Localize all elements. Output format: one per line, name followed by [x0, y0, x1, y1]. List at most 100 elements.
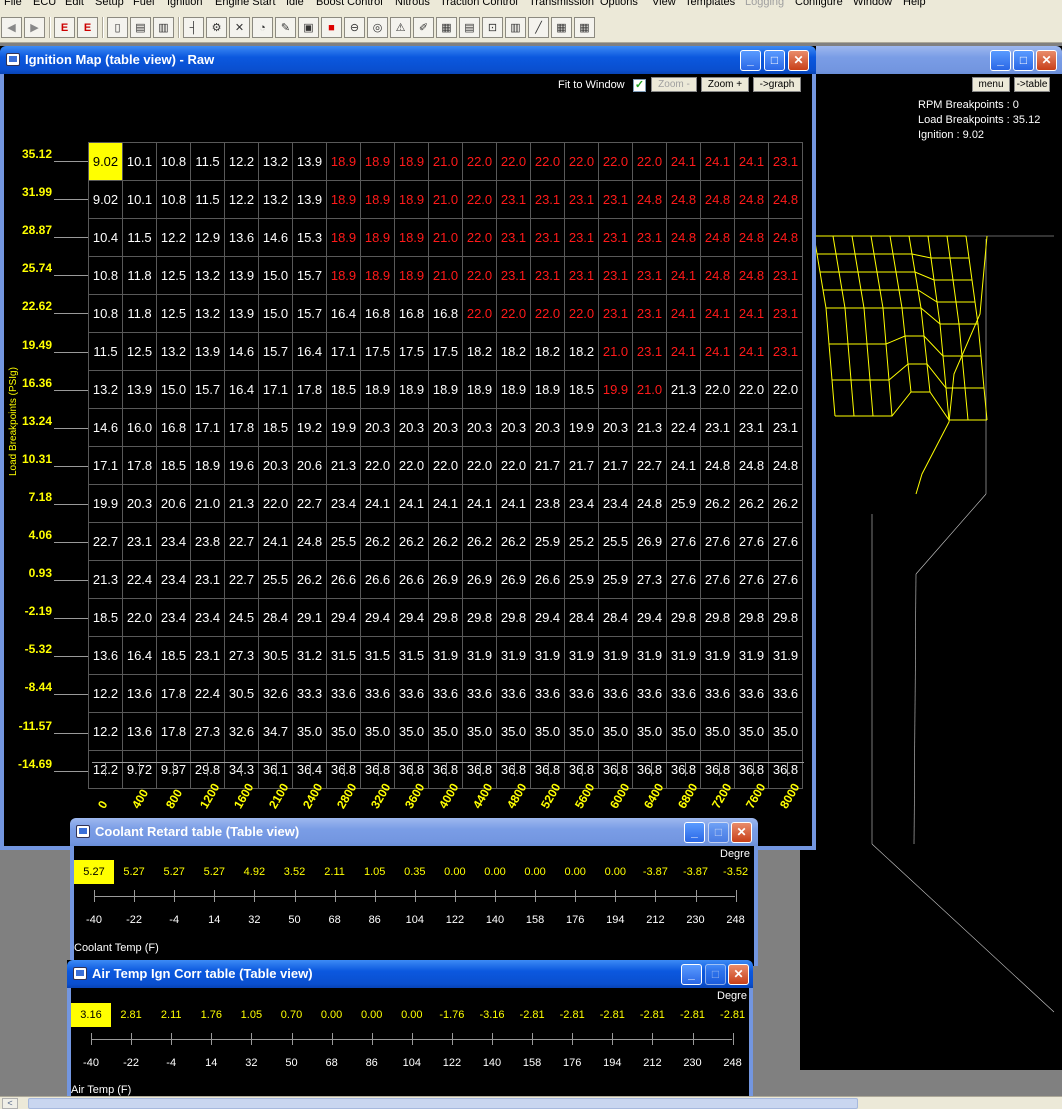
table-cell[interactable]: 13.2 [190, 294, 225, 333]
table-cell[interactable]: 9.02 [88, 180, 123, 219]
close-button[interactable]: ✕ [788, 50, 809, 71]
menu-help[interactable]: Help [903, 0, 926, 8]
table-cell[interactable]: 33.6 [632, 674, 667, 713]
table-cell[interactable]: 22.0 [462, 142, 497, 181]
table-cell[interactable]: 22.0 [462, 256, 497, 295]
table-cell[interactable]: 24.8 [768, 446, 803, 485]
table-cell[interactable]: 24.1 [700, 142, 735, 181]
fit-to-window-checkbox[interactable]: ✓ [633, 79, 646, 92]
table-cell[interactable]: 32.6 [224, 712, 259, 751]
table-cell[interactable]: 23.1 [632, 294, 667, 333]
table-cell[interactable]: 31.9 [734, 636, 769, 675]
table-cell[interactable]: 28.4 [598, 598, 633, 637]
airtemp-value-cell[interactable]: 0.00 [352, 1003, 392, 1027]
table-cell[interactable]: 24.1 [734, 142, 769, 181]
menu-templates[interactable]: Templates [685, 0, 735, 8]
table-cell[interactable]: 16.4 [122, 636, 157, 675]
table-cell[interactable]: 12.2 [88, 674, 123, 713]
ecu-read-icon[interactable]: E [54, 17, 75, 38]
table-cell[interactable]: 24.1 [360, 484, 395, 523]
table-cell[interactable]: 24.8 [734, 180, 769, 219]
table-cell[interactable]: 35.0 [462, 712, 497, 751]
ignition-window-titlebar[interactable]: Ignition Map (table view) - Raw _ □ ✕ [0, 46, 816, 74]
table-cell[interactable]: 15.0 [258, 256, 293, 295]
airtemp-value-cell[interactable]: -1.76 [432, 1003, 472, 1027]
airtemp-value-cell[interactable]: -3.16 [472, 1003, 512, 1027]
table-cell[interactable]: 31.2 [292, 636, 327, 675]
table-cell[interactable]: 18.9 [394, 370, 429, 409]
coolant-window-titlebar[interactable]: Coolant Retard table (Table view) _ □ ✕ [70, 818, 758, 846]
table-cell[interactable]: 22.0 [700, 370, 735, 409]
table-cell[interactable]: 13.2 [190, 256, 225, 295]
coolant-value-cell[interactable]: -3.52 [716, 860, 756, 884]
table-cell[interactable]: 17.1 [88, 446, 123, 485]
engine-icon[interactable]: ⚙ [206, 17, 227, 38]
table-cell[interactable]: 23.1 [768, 142, 803, 181]
table-cell[interactable]: 27.6 [768, 522, 803, 561]
stop-icon[interactable]: ■ [321, 17, 342, 38]
table-cell[interactable]: 10.8 [156, 142, 191, 181]
table-cell[interactable]: 11.8 [122, 256, 157, 295]
table-cell[interactable]: 27.6 [700, 522, 735, 561]
table-cell[interactable]: 15.7 [292, 256, 327, 295]
table-cell[interactable]: 13.6 [122, 712, 157, 751]
menu-view[interactable]: View [652, 0, 676, 8]
table-cell[interactable]: 35.0 [564, 712, 599, 751]
airtemp-value-cell[interactable]: -2.81 [592, 1003, 632, 1027]
airtemp-value-cell[interactable]: -2.81 [552, 1003, 592, 1027]
table-cell[interactable]: 16.4 [292, 332, 327, 371]
datalog-icon[interactable]: ▦ [551, 17, 572, 38]
airtemp-value-cell[interactable]: 2.11 [151, 1003, 191, 1027]
table-cell[interactable]: 10.8 [156, 180, 191, 219]
table-cell[interactable]: 10.8 [88, 256, 123, 295]
table-cell[interactable]: 13.6 [122, 674, 157, 713]
table-cell[interactable]: 30.5 [224, 674, 259, 713]
table-cell[interactable]: 26.9 [496, 560, 531, 599]
table-cell[interactable]: 15.3 [292, 218, 327, 257]
airtemp-value-cell[interactable]: 0.00 [392, 1003, 432, 1027]
menu-setup[interactable]: Setup [95, 0, 124, 8]
table-cell[interactable]: 18.5 [88, 598, 123, 637]
new-file-icon[interactable]: ▯ [107, 17, 128, 38]
lock-icon[interactable]: ▣ [298, 17, 319, 38]
table-cell[interactable]: 31.5 [326, 636, 361, 675]
forward-arrow-icon[interactable]: ▶ [24, 17, 45, 38]
menu-traction-control[interactable]: Traction Control [440, 0, 518, 8]
menu-ecu[interactable]: ECU [33, 0, 56, 8]
table-cell[interactable]: 13.2 [258, 142, 293, 181]
table-cell[interactable]: 23.4 [190, 598, 225, 637]
table-cell[interactable]: 33.6 [768, 674, 803, 713]
table-cell[interactable]: 25.9 [564, 560, 599, 599]
table-cell[interactable]: 33.6 [496, 674, 531, 713]
table-cell[interactable]: 16.0 [122, 408, 157, 447]
table-cell[interactable]: 23.1 [190, 636, 225, 675]
table-cell[interactable]: 18.9 [360, 370, 395, 409]
table-cell[interactable]: 23.1 [564, 218, 599, 257]
table-cell[interactable]: 26.2 [292, 560, 327, 599]
table-cell[interactable]: 23.1 [700, 408, 735, 447]
airtemp-value-cell[interactable]: 1.76 [191, 1003, 231, 1027]
minimize-button[interactable]: _ [990, 50, 1011, 71]
table-cell[interactable]: 25.2 [564, 522, 599, 561]
table-cell[interactable]: 24.1 [666, 332, 701, 371]
table-cell[interactable]: 26.2 [394, 522, 429, 561]
airtemp-value-cell[interactable]: -2.81 [512, 1003, 552, 1027]
table-cell[interactable]: 24.8 [666, 180, 701, 219]
table-cell[interactable]: 22.4 [666, 408, 701, 447]
table-cell[interactable]: 14.6 [258, 218, 293, 257]
table-cell[interactable]: 24.1 [428, 484, 463, 523]
table-cell[interactable]: 22.0 [428, 446, 463, 485]
table-cell[interactable]: 11.5 [122, 218, 157, 257]
coolant-value-cell[interactable]: 5.27 [194, 860, 234, 884]
to-graph-button[interactable]: ->graph [753, 77, 801, 92]
table-cell[interactable]: 22.4 [190, 674, 225, 713]
table-cell[interactable]: 28.4 [564, 598, 599, 637]
graph-icon[interactable]: ▥ [505, 17, 526, 38]
table-cell[interactable]: 24.8 [292, 522, 327, 561]
table-cell[interactable]: 34.7 [258, 712, 293, 751]
zoom-plus-button[interactable]: Zoom + [701, 77, 749, 92]
coolant-value-cell[interactable]: 0.00 [515, 860, 555, 884]
table-cell[interactable]: 19.2 [292, 408, 327, 447]
table-cell[interactable]: 22.0 [462, 446, 497, 485]
maximize-button[interactable]: □ [1013, 50, 1034, 71]
